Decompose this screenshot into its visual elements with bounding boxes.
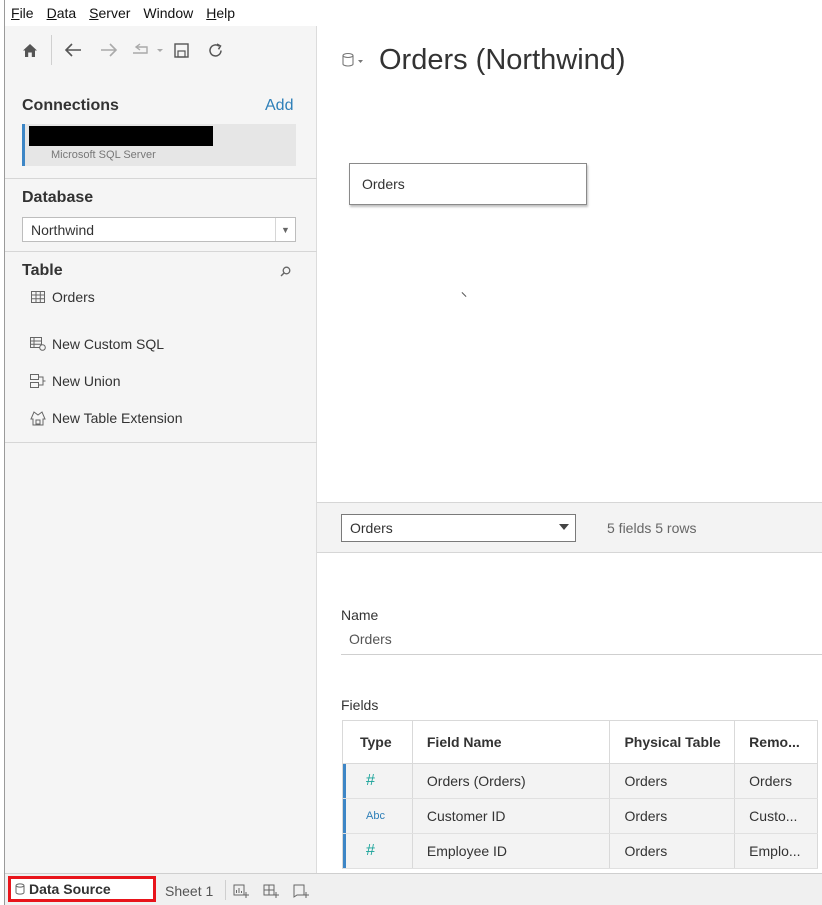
column-header-field-name[interactable]: Field Name [413,721,611,763]
preview-table-select[interactable]: Orders [341,514,576,542]
table-icon [29,289,47,305]
connection-type: Microsoft SQL Server [51,149,156,161]
mouse-cursor [461,292,467,297]
new-union-item[interactable]: New Union [29,371,120,391]
database-title: Database [22,189,94,206]
connections-title: Connections [22,97,119,114]
canvas-table-orders[interactable]: Orders [349,163,587,205]
preview-table-value: Orders [350,520,393,536]
menu-bar: File Data Server Window Help [5,0,822,26]
new-union-label: New Union [52,373,121,389]
fields-label: Fields [341,697,379,713]
section-divider [5,178,317,179]
tab-data-source-label: Data Source [29,881,111,897]
new-worksheet-icon[interactable] [232,882,250,900]
table-row[interactable]: Abc Customer ID Orders Custo... [343,799,818,834]
tab-sheet-1[interactable]: Sheet 1 [165,883,213,899]
menu-server[interactable]: Server [89,5,130,21]
save-icon[interactable] [168,37,194,63]
new-table-extension-label: New Table Extension [52,410,183,426]
column-header-remote[interactable]: Remo... [735,721,818,763]
fields-rows-count: 5 fields 5 rows [607,520,697,536]
new-dashboard-icon[interactable] [262,882,280,900]
table-title: Table [22,262,63,279]
toolbar-separator [51,35,52,65]
metadata-panel: Name Orders Fields Type Field Name Physi… [317,553,822,873]
column-header-physical-table[interactable]: Physical Table [610,721,736,763]
field-name-cell[interactable]: Orders (Orders) [413,764,611,798]
table-row[interactable]: # Employee ID Orders Emplo... [343,834,818,869]
back-icon[interactable] [60,37,86,63]
union-icon [29,373,47,389]
physical-table-cell: Orders [610,834,736,868]
column-header-type[interactable]: Type [343,721,413,763]
chevron-down-icon[interactable]: ▼ [275,218,295,241]
data-pane: Connections Add Microsoft SQL Server Dat… [5,26,317,873]
tab-data-source[interactable]: Data Source [8,876,156,902]
field-name-cell[interactable]: Employee ID [413,834,611,868]
remote-field-cell: Custo... [735,799,818,833]
number-type-icon[interactable]: # [343,834,413,868]
fields-grid: Type Field Name Physical Table Remo... #… [342,720,818,869]
custom-sql-icon [29,336,47,352]
chevron-down-icon[interactable] [559,524,569,530]
section-divider [5,442,317,443]
table-item-label: Orders [52,289,95,305]
app-window: File Data Server Window Help Connections… [4,0,822,905]
search-icon[interactable] [280,264,291,282]
join-canvas[interactable]: Orders (Northwind) Orders [317,26,822,502]
grid-header: Type Field Name Physical Table Remo... [343,720,818,764]
new-custom-sql-item[interactable]: New Custom SQL [29,334,164,354]
menu-file[interactable]: File [11,5,34,21]
database-select[interactable]: Northwind ▼ [22,217,296,242]
menu-data[interactable]: Data [47,5,77,21]
field-name-cell[interactable]: Customer ID [413,799,611,833]
remote-field-cell: Orders [735,764,818,798]
number-type-icon[interactable]: # [343,764,413,798]
new-table-extension-item[interactable]: New Table Extension [29,408,182,428]
physical-table-cell: Orders [610,764,736,798]
remote-field-cell: Emplo... [735,834,818,868]
redo-icon[interactable] [130,37,166,63]
table-extension-icon [29,410,47,426]
name-label: Name [341,607,379,623]
name-field[interactable]: Orders [341,631,822,655]
datasource-icon [15,883,25,895]
redacted-server-name [29,126,213,146]
section-divider [5,251,317,252]
table-item-orders[interactable]: Orders [29,287,95,307]
forward-icon[interactable] [96,37,122,63]
tab-separator [225,880,226,900]
database-selected-value: Northwind [31,221,95,238]
menu-window[interactable]: Window [143,5,193,21]
add-connection-link[interactable]: Add [265,97,293,115]
physical-table-cell: Orders [610,799,736,833]
datasource-icon[interactable] [342,52,368,73]
refresh-icon[interactable] [202,37,228,63]
menu-help[interactable]: Help [206,5,235,21]
string-type-icon[interactable]: Abc [343,799,413,833]
sheet-tab-bar: Data Source Sheet 1 [5,873,822,905]
new-custom-sql-label: New Custom SQL [52,336,165,352]
datasource-title[interactable]: Orders (Northwind) [379,44,626,77]
preview-toolbar: Orders 5 fields 5 rows [317,502,822,553]
new-story-icon[interactable] [292,882,310,900]
connection-item[interactable]: Microsoft SQL Server [22,124,296,166]
table-row[interactable]: # Orders (Orders) Orders Orders [343,764,818,799]
home-icon[interactable] [17,37,43,63]
toolbar [5,26,317,74]
